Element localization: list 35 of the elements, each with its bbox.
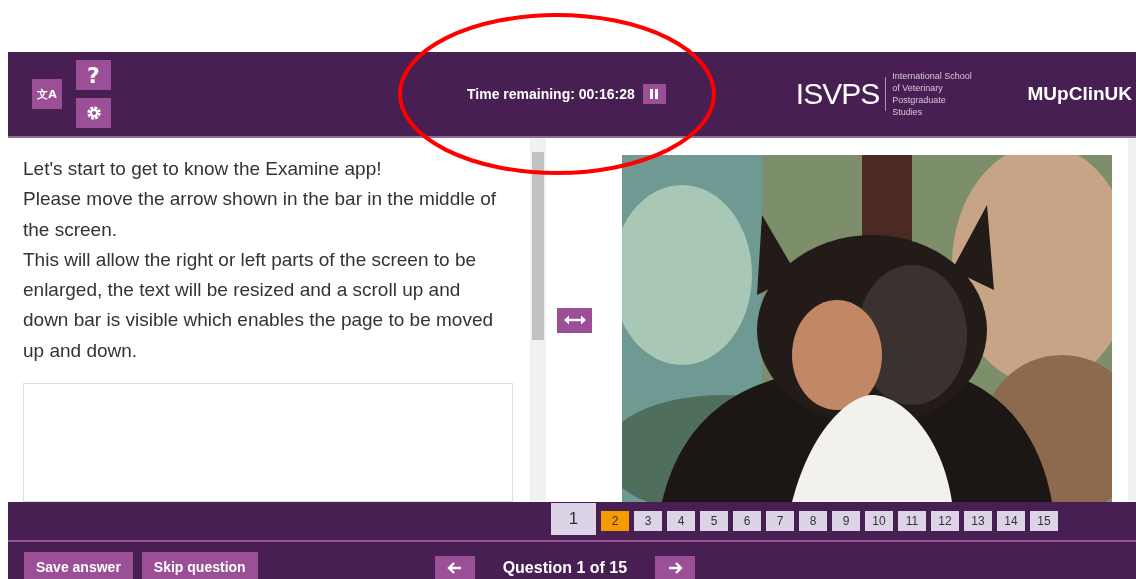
help-button[interactable]: ? [76, 60, 111, 90]
action-button[interactable]: Save answer [24, 552, 133, 579]
question-number[interactable]: 9 [832, 511, 860, 531]
previous-button[interactable] [434, 556, 475, 579]
question-text: Let's start to get to know the Examine app! Please move the arrow shown in the bar in the middle of the screen. This will allow the right or left parts of the screen to be enlarged, the text will be resized and a scroll up and down bar is visible which enables the page to be moved up and down. [23, 157, 498, 363]
question-number[interactable]: 14 [997, 511, 1025, 531]
logo-subtitle: International School of Veterinary Postgraduate Studies [891, 70, 972, 118]
right-arrow-icon [666, 559, 685, 576]
timer-text: Time remaining: 00:16:28 [467, 86, 635, 102]
settings-icon [85, 105, 102, 121]
scrollbar[interactable] [530, 138, 546, 502]
question-counter: Question 1 of 15 [502, 558, 628, 577]
logo-mark: ISVPS [795, 77, 887, 111]
scrollbar[interactable] [1128, 138, 1136, 502]
question-number[interactable]: 3 [634, 511, 662, 531]
translate-button[interactable]: 文A [32, 79, 62, 109]
question-number[interactable]: 11 [898, 511, 926, 531]
resize-handle[interactable] [557, 307, 592, 333]
question-number[interactable]: 2 [601, 511, 629, 531]
next-button[interactable] [655, 556, 696, 579]
question-number[interactable]: 15 [1030, 511, 1058, 531]
question-number[interactable]: 1 [551, 502, 596, 535]
settings-button[interactable] [76, 98, 111, 128]
action-button[interactable]: Skip question [141, 552, 258, 579]
question-number[interactable]: 6 [733, 511, 761, 531]
question-number[interactable]: 10 [865, 511, 893, 531]
question-number[interactable]: 13 [964, 511, 992, 531]
question-number[interactable]: 4 [667, 511, 695, 531]
question-number[interactable]: 5 [700, 511, 728, 531]
question-number[interactable]: 7 [766, 511, 794, 531]
left-arrow-icon [445, 559, 464, 576]
pause-button[interactable] [642, 84, 666, 104]
course-title: MUpClinUK [1027, 83, 1132, 105]
question-number[interactable]: 12 [931, 511, 959, 531]
question-number[interactable]: 8 [799, 511, 827, 531]
